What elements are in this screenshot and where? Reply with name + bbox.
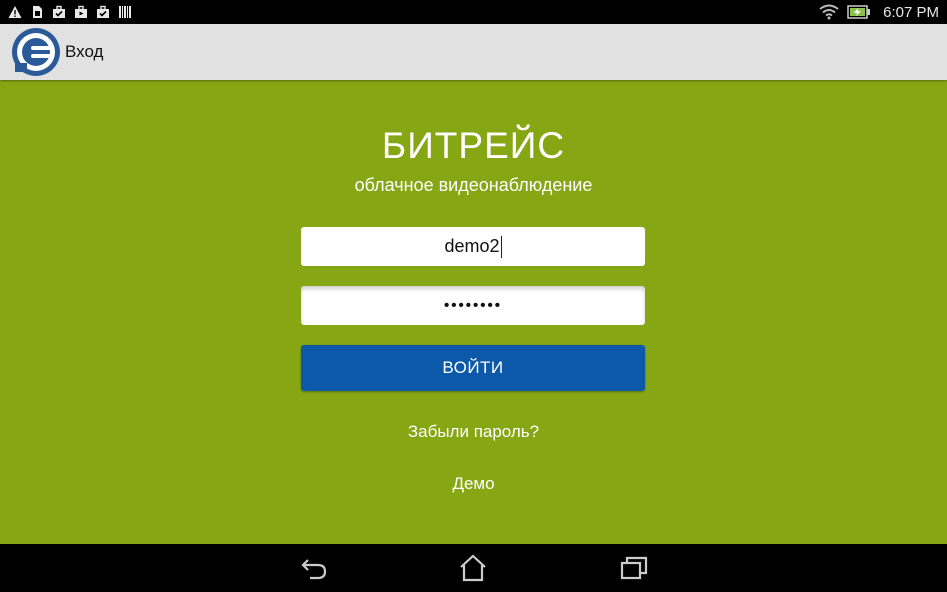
username-value: demo2: [444, 236, 500, 256]
recent-apps-icon[interactable]: [619, 553, 649, 583]
username-field[interactable]: demo2: [301, 227, 645, 266]
home-icon[interactable]: [458, 553, 488, 583]
login-screen: БИТРЕЙС облачное видеонаблюдение demo2 •…: [0, 81, 947, 544]
notification-icons: [8, 5, 132, 19]
status-bar: 6:07 PM: [0, 0, 947, 24]
password-value: ••••••••: [443, 297, 502, 314]
barcode-icon: [119, 6, 131, 18]
briefcase-check-icon: [53, 5, 65, 18]
status-time: 6:07 PM: [883, 3, 939, 21]
bitreis-logo-icon[interactable]: [11, 27, 61, 77]
briefcase-check-icon: [97, 5, 109, 18]
briefcase-play-icon: [75, 5, 87, 18]
text-cursor: [500, 235, 502, 258]
forgot-password-link[interactable]: Забыли пароль?: [0, 422, 947, 442]
wifi-icon: [819, 4, 839, 20]
brand-tagline: облачное видеонаблюдение: [354, 175, 593, 195]
battery-charging-icon: [847, 5, 871, 19]
back-icon[interactable]: [299, 553, 329, 583]
navigation-bar: [0, 544, 947, 592]
action-bar: Вход: [0, 24, 947, 80]
login-button[interactable]: ВОЙТИ: [301, 345, 645, 391]
warning-icon: [8, 6, 22, 18]
brand-title: БИТРЕЙС: [381, 125, 566, 166]
page-title: Вход: [65, 42, 104, 61]
demo-link[interactable]: Демо: [0, 474, 947, 494]
system-icons: 6:07 PM: [819, 4, 939, 21]
password-field[interactable]: ••••••••: [301, 286, 645, 325]
sim-card-icon: [33, 6, 42, 18]
